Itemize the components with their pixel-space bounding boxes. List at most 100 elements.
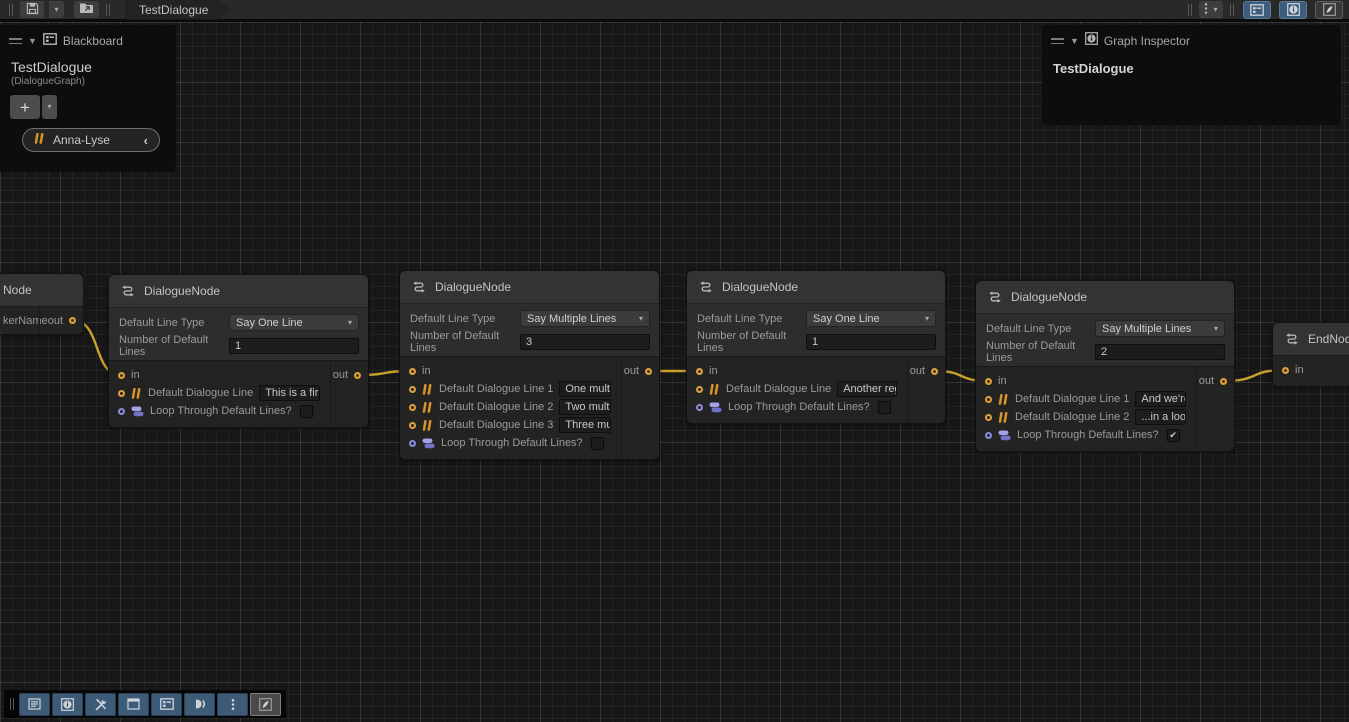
input-port[interactable] xyxy=(118,390,125,397)
node-title-bar: DialogueNode xyxy=(109,275,368,307)
input-port[interactable] xyxy=(985,432,992,439)
preview-button[interactable] xyxy=(184,693,215,716)
console-button[interactable] xyxy=(19,693,50,716)
input-port[interactable] xyxy=(985,378,992,385)
graph-node-n1[interactable]: DialogueNodeDefault Line TypeSay One Lin… xyxy=(108,274,369,428)
minimap-toggle-button[interactable] xyxy=(1315,1,1343,19)
port-value-field[interactable]: Another regu xyxy=(837,381,897,397)
toolbar-drag-handle[interactable] xyxy=(9,4,13,16)
port-checkbox[interactable] xyxy=(300,405,313,418)
input-port[interactable] xyxy=(118,372,125,379)
port-checkbox[interactable] xyxy=(591,437,604,450)
output-port[interactable] xyxy=(645,368,652,375)
blackboard-button[interactable] xyxy=(151,693,182,716)
node-title: DialogueNode xyxy=(144,284,220,298)
toolbar-drag-handle[interactable] xyxy=(1230,4,1234,16)
graph-inspector-panel: ▼ Graph Inspector TestDialogue xyxy=(1042,25,1342,125)
kebab-icon xyxy=(231,698,235,711)
graph-canvas[interactable]: NodekerNameoutDialogueNodeDefault Line T… xyxy=(0,22,1349,722)
property-dropdown[interactable]: Say One Line▾ xyxy=(229,314,359,331)
output-port[interactable] xyxy=(1220,378,1227,385)
property-label: Default Line Type xyxy=(410,313,520,325)
port-label: out xyxy=(48,315,63,327)
port-value-field[interactable]: Two multiline xyxy=(559,399,611,415)
save-dropdown-button[interactable]: ▾ xyxy=(49,1,64,18)
input-port[interactable] xyxy=(118,408,125,415)
graph-node-end[interactable]: EndNodein xyxy=(1272,322,1349,387)
property-row: Number of Default Lines1 xyxy=(697,332,936,351)
collapse-left-icon[interactable]: ‹ xyxy=(144,133,148,148)
window-button[interactable] xyxy=(118,693,149,716)
input-port[interactable] xyxy=(696,386,703,393)
port-value-field[interactable]: One multiline xyxy=(559,381,611,397)
graph-node-n4[interactable]: DialogueNodeDefault Line TypeSay Multipl… xyxy=(975,280,1235,452)
input-ports: inDefault Dialogue LineThis is a firstLo… xyxy=(109,361,330,427)
property-dropdown[interactable]: Say Multiple Lines▾ xyxy=(520,310,650,327)
port-value-field[interactable]: Three multilin xyxy=(559,417,611,433)
input-ports: in xyxy=(1273,356,1349,386)
input-port-row: in xyxy=(985,372,1196,390)
graph-node-n3[interactable]: DialogueNodeDefault Line TypeSay One Lin… xyxy=(686,270,946,424)
blackboard-toggle-button[interactable] xyxy=(1243,1,1271,19)
blackboard-icon xyxy=(1250,4,1264,16)
output-port[interactable] xyxy=(931,368,938,375)
input-port[interactable] xyxy=(696,404,703,411)
port-value-field[interactable]: This is a first xyxy=(259,385,320,401)
window-icon xyxy=(127,698,140,710)
toolbar-drag-handle[interactable] xyxy=(106,4,110,16)
input-port[interactable] xyxy=(985,414,992,421)
input-port[interactable] xyxy=(985,396,992,403)
output-port[interactable] xyxy=(354,372,361,379)
toolbar-drag-handle[interactable] xyxy=(10,698,14,710)
property-text-field[interactable]: 2 xyxy=(1095,344,1225,360)
input-port[interactable] xyxy=(409,440,416,447)
add-property-button[interactable]: + xyxy=(10,95,40,119)
tools-button[interactable] xyxy=(85,693,116,716)
node-title-bar: EndNode xyxy=(1273,323,1349,355)
graph-node-start[interactable]: NodekerNameout xyxy=(0,273,84,335)
collapse-arrow-icon[interactable]: ▼ xyxy=(1070,37,1079,46)
minimap-button[interactable] xyxy=(250,693,281,716)
property-text-field[interactable]: 1 xyxy=(806,334,936,350)
port-checkbox[interactable]: ✔ xyxy=(1167,429,1180,442)
overflow-menu-button[interactable]: ▾ xyxy=(1199,1,1223,18)
input-port[interactable] xyxy=(409,422,416,429)
main-toolbar: ▾ TestDialogue ▾ xyxy=(0,0,1349,22)
input-port[interactable] xyxy=(409,386,416,393)
property-dropdown[interactable]: Say Multiple Lines▾ xyxy=(1095,320,1225,337)
port-checkbox[interactable] xyxy=(878,401,891,414)
output-port[interactable] xyxy=(69,317,76,324)
output-ports: out xyxy=(907,357,945,423)
port-value-field[interactable]: ...in a loop xyxy=(1135,409,1186,425)
save-button[interactable] xyxy=(20,1,44,18)
property-label: Number of Default Lines xyxy=(986,340,1095,364)
input-port[interactable] xyxy=(409,404,416,411)
input-port[interactable] xyxy=(409,368,416,375)
loop-icon xyxy=(998,430,1011,441)
collapse-arrow-icon[interactable]: ▼ xyxy=(28,37,37,46)
port-label: out xyxy=(1199,375,1214,387)
port-label: in xyxy=(998,375,1007,387)
input-port-row: Default Dialogue LineAnother regu xyxy=(696,380,907,398)
node-title-bar: DialogueNode xyxy=(400,271,659,303)
graph-node-n2[interactable]: DialogueNode Default Line TypeSay Multipl… xyxy=(399,270,660,460)
port-value-field[interactable]: And we're... xyxy=(1135,391,1186,407)
more-button[interactable] xyxy=(217,693,248,716)
graph-tab[interactable]: TestDialogue xyxy=(125,0,230,20)
property-text-field[interactable]: 1 xyxy=(229,338,359,354)
property-name: Anna-Lyse xyxy=(53,133,110,147)
inspector-button[interactable] xyxy=(52,693,83,716)
blackboard-property-anna-lyse[interactable]: Anna-Lyse ‹ xyxy=(22,128,160,152)
input-port[interactable] xyxy=(696,368,703,375)
input-port[interactable] xyxy=(1282,367,1289,374)
panel-drag-handle-icon[interactable] xyxy=(9,38,22,44)
property-text-field[interactable]: 3 xyxy=(520,334,650,350)
folder-open-icon xyxy=(79,2,94,17)
quote-icon xyxy=(422,402,433,413)
add-property-dropdown-button[interactable]: ▾ xyxy=(42,95,57,119)
toolbar-drag-handle[interactable] xyxy=(1188,4,1192,16)
panel-drag-handle-icon[interactable] xyxy=(1051,38,1064,44)
property-dropdown[interactable]: Say One Line▾ xyxy=(806,310,936,327)
inspector-toggle-button[interactable] xyxy=(1279,1,1307,19)
open-asset-button[interactable] xyxy=(74,1,99,18)
